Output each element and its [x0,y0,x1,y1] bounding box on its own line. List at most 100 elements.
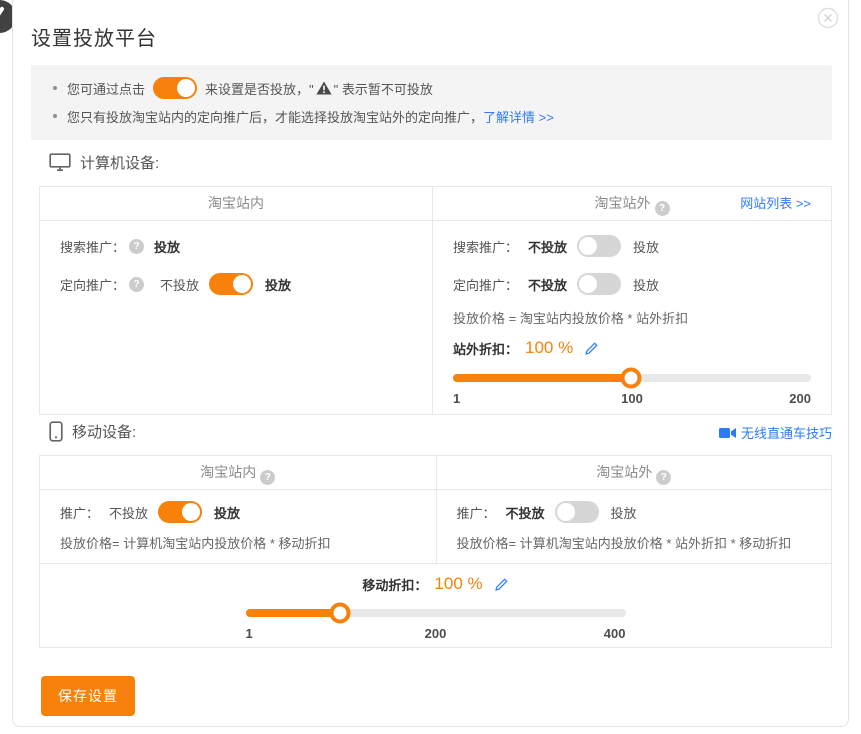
scale-mid: 100 [621,391,643,406]
help-icon[interactable]: ? [129,239,144,254]
computer-offsite-target-toggle[interactable] [577,273,621,295]
on-label: 投放 [265,275,291,294]
computer-offsite-search-toggle[interactable] [577,235,621,257]
mobile-table-columns: 淘宝站内? 推广： 不投放 投放 投放价格= 计算机淘宝站内投放价格 * 移动折… [40,456,831,564]
column-title: 淘宝站外 [596,464,652,480]
mobile-slider-area: 1 200 400 [246,609,626,642]
toggle-knob-icon [579,237,597,255]
price-formula: 投放价格= 计算机淘宝站内投放价格 * 站外折扣 * 移动折扣 [457,534,812,554]
close-icon[interactable] [817,7,839,29]
off-label: 不投放 [160,275,199,294]
mobile-onsite-promo-toggle[interactable] [158,501,202,523]
computer-offsite-body: 搜索推广： 不投放 投放 定向推广： 不投放 投放 投放价格 = 淘宝站内投放价… [433,221,831,407]
row-label: 推广： [457,503,496,522]
toggle-knob-icon [182,503,200,521]
search-promo-row: 搜索推广： ? 投放 [60,227,412,265]
wireless-tips-label: 无线直通车技巧 [741,423,832,442]
computer-onsite-body: 搜索推广： ? 投放 定向推广： ? 不投放 投放 [40,221,432,303]
computer-offsite-column: 淘宝站外? 网站列表 >> 搜索推广： 不投放 投放 定向推广： 不投放 投放 [432,187,831,414]
learn-more-link[interactable]: 了解详情 >> [483,107,554,126]
toggle-knob-icon [233,275,251,293]
placement-settings-dialog: 设置投放平台 您可通过点击 来设置是否投放，" " 表示暂不可投放 您 [12,0,849,727]
help-icon[interactable]: ? [260,470,275,485]
mobile-offsite-column: 淘宝站外? 推广： 不投放 投放 投放价格= 计算机淘宝站内投放价格 * 站外折… [436,456,832,563]
phone-icon [49,421,63,442]
mobile-onsite-column: 淘宝站内? 推广： 不投放 投放 投放价格= 计算机淘宝站内投放价格 * 移动折… [40,456,436,563]
screen: 设置投放平台 您可通过点击 来设置是否投放，" " 表示暂不可投放 您 [0,0,861,734]
row-label: 搜索推广： [453,237,518,256]
row-label: 搜索推广： [60,237,125,256]
notice-box: 您可通过点击 来设置是否投放，" " 表示暂不可投放 您只有投放淘宝站内的定向推… [31,65,832,140]
notice-line-2: 您只有投放淘宝站内的定向推广后，才能选择投放淘宝站外的定向推广， 了解详情 >> [31,102,832,130]
mobile-discount-slider[interactable] [246,609,626,617]
toggle-knob-icon [579,275,597,293]
bullet-dot [53,86,57,90]
search-promo-state: 投放 [154,237,180,256]
off-label: 不投放 [528,275,567,294]
scale-max: 400 [604,626,626,641]
notice-text: 您只有投放淘宝站内的定向推广后，才能选择投放淘宝站外的定向推广， [67,107,483,126]
notice-line-1: 您可通过点击 来设置是否投放，" " 表示暂不可投放 [31,74,832,102]
help-icon[interactable]: ? [656,470,671,485]
scale-max: 200 [789,391,811,406]
slider-handle[interactable] [621,368,642,389]
notice-text-before: 您可通过点击 [67,79,145,98]
toggle-knob-icon [557,503,575,521]
help-icon[interactable]: ? [655,201,670,216]
slider-fill [246,609,340,617]
computer-offsite-header: 淘宝站外? 网站列表 >> [433,187,831,221]
offsite-discount-line: 站外折扣： 100 % [453,335,811,361]
row-label: 定向推广： [453,275,518,294]
toggle-knob-icon [177,79,195,97]
slider-handle[interactable] [329,603,350,624]
mobile-offsite-header: 淘宝站外? [437,456,832,490]
off-label: 不投放 [109,503,148,522]
computer-onsite-target-toggle[interactable] [209,273,253,295]
on-label: 投放 [611,503,637,522]
mobile-discount-line: 移动折扣： 100 % [40,572,831,596]
promo-row: 推广： 不投放 投放 [457,494,812,530]
mobile-onsite-body: 推广： 不投放 投放 投放价格= 计算机淘宝站内投放价格 * 移动折扣 [40,490,436,563]
mobile-section-title: 移动设备: [72,421,136,442]
row-label: 定向推广： [60,275,125,294]
mobile-offsite-promo-toggle[interactable] [555,501,599,523]
mobile-discount-row: 移动折扣： 100 % 1 200 [40,564,831,642]
discount-value: 100 % [525,338,573,358]
edit-icon[interactable] [494,577,509,592]
discount-value: 100 % [434,574,482,594]
on-label: 投放 [214,503,240,522]
computer-table: 淘宝站内 搜索推广： ? 投放 定向推广： ? 不投放 投放 [39,186,832,415]
slider-track[interactable] [246,609,626,617]
column-title: 淘宝站内 [208,195,264,211]
slider-scale: 1 200 400 [246,626,626,642]
mobile-onsite-header: 淘宝站内? [40,456,436,490]
edit-icon[interactable] [584,341,599,356]
help-icon[interactable]: ? [129,277,144,292]
save-button[interactable]: 保存设置 [41,676,135,716]
site-list-link[interactable]: 网站列表 >> [740,187,811,220]
wireless-tips-link[interactable]: 无线直通车技巧 [719,423,832,442]
off-label: 不投放 [506,503,545,522]
notice-text-mid: 来设置是否投放，" [205,79,314,98]
demo-toggle[interactable] [153,77,197,99]
bullet-dot [53,114,57,118]
row-label: 推广： [60,503,99,522]
computer-onsite-header: 淘宝站内 [40,187,432,221]
computer-onsite-column: 淘宝站内 搜索推广： ? 投放 定向推广： ? 不投放 投放 [40,187,432,414]
target-promo-row: 定向推广： 不投放 投放 [453,265,811,303]
computer-section-title: 计算机设备: [80,152,159,173]
computer-icon [49,153,71,172]
slider-fill [453,374,631,382]
offsite-discount-slider[interactable] [453,374,811,382]
on-label: 投放 [633,237,659,256]
page-title: 设置投放平台 [31,22,157,51]
scale-min: 1 [453,391,460,406]
notice-text-after: " 表示暂不可投放 [334,79,433,98]
off-label: 不投放 [528,237,567,256]
discount-label: 移动折扣： [362,575,427,594]
price-formula: 投放价格= 计算机淘宝站内投放价格 * 移动折扣 [60,534,416,554]
mobile-offsite-body: 推广： 不投放 投放 投放价格= 计算机淘宝站内投放价格 * 站外折扣 * 移动… [437,490,832,563]
scale-mid: 200 [425,626,447,641]
scale-min: 1 [246,626,253,641]
column-title: 淘宝站外 [595,195,651,211]
